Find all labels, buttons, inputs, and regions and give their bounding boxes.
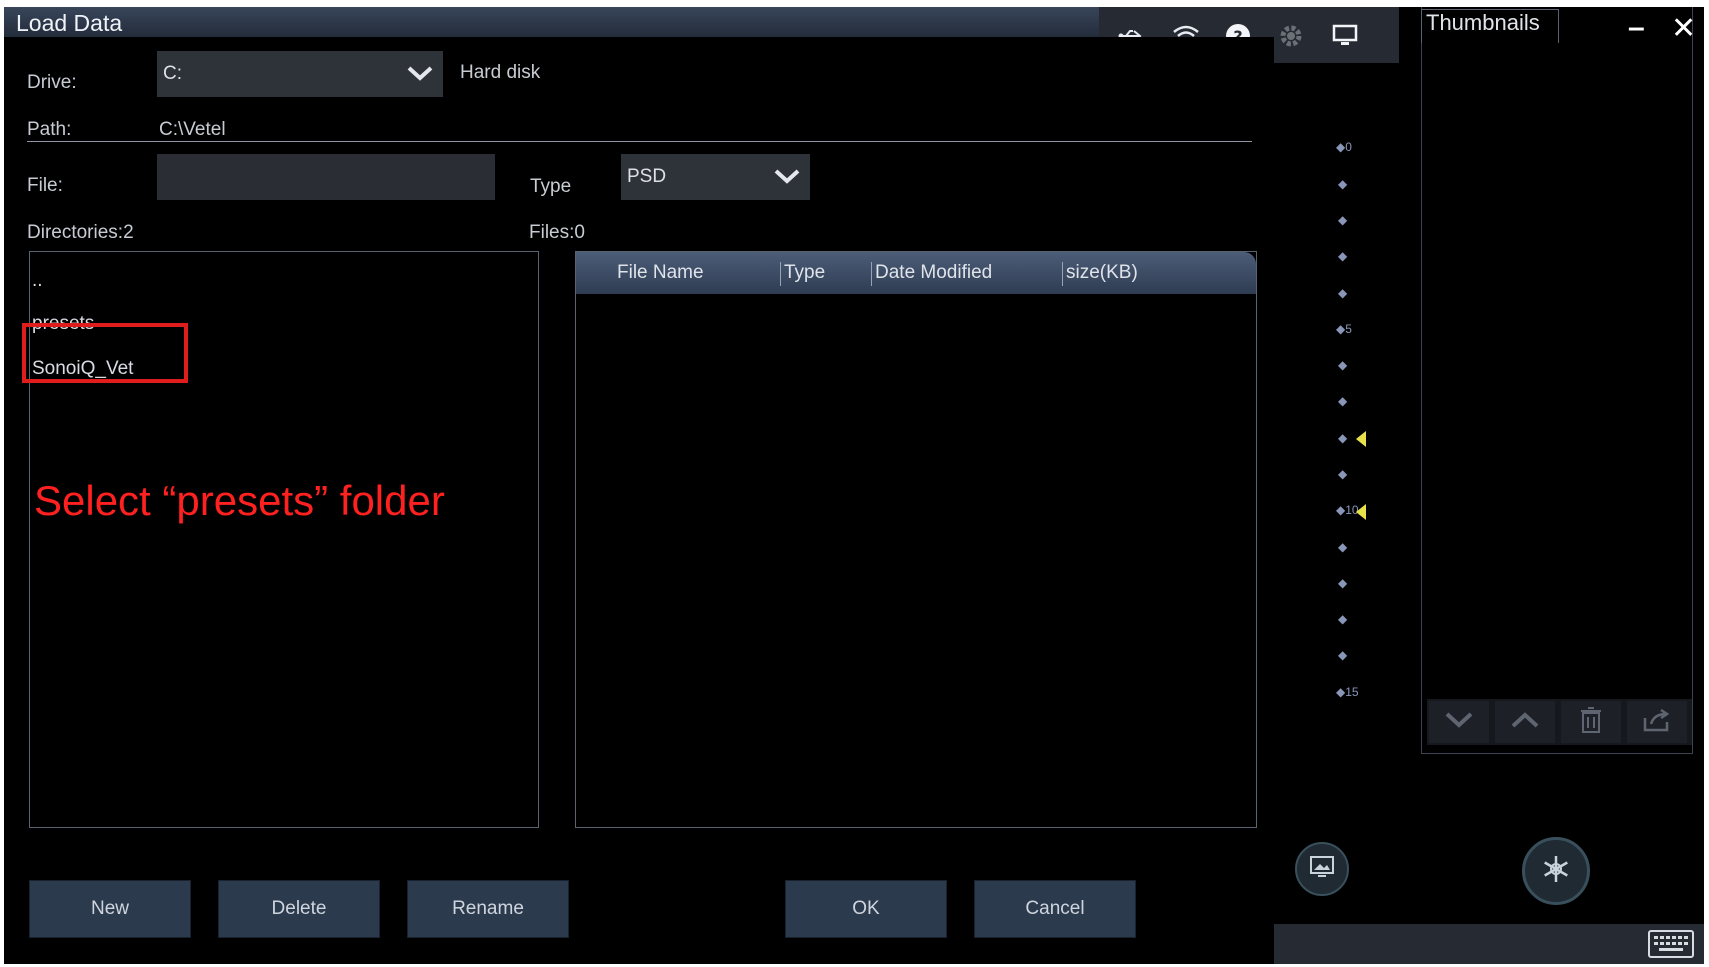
drive-description: Hard disk — [460, 62, 541, 83]
directories-count: Directories:2 — [27, 222, 134, 243]
depth-tick: ◆ — [1338, 213, 1348, 227]
type-value: PSD — [627, 166, 667, 187]
trash-icon — [1580, 706, 1602, 739]
scroll-down-button[interactable] — [1429, 701, 1489, 743]
path-underline — [27, 141, 1252, 142]
instruction-annotation: Select “presets” folder — [34, 477, 445, 524]
drive-select[interactable]: C: — [157, 51, 443, 97]
depth-tick: ◆ — [1338, 394, 1348, 408]
depth-tick: ◆ — [1338, 612, 1348, 626]
type-label: Type — [530, 176, 572, 197]
close-button[interactable]: ✕ — [1671, 11, 1696, 46]
freeze-button[interactable] — [1522, 837, 1590, 905]
file-name-input[interactable] — [157, 154, 495, 200]
file-list[interactable]: File Name Type Date Modified size(KB) — [575, 251, 1257, 828]
screen: Load Data ? Drive: C: Hard disk Path: C: — [4, 7, 1704, 964]
chevron-down-icon — [774, 168, 800, 190]
rename-button[interactable]: Rename — [407, 880, 569, 938]
monitor-icon[interactable] — [1330, 21, 1360, 51]
window-title: Load Data — [16, 10, 123, 36]
focus-marker-icon[interactable] — [1356, 504, 1366, 520]
directory-item-parent[interactable]: .. — [32, 270, 43, 292]
delete-thumbnail-button[interactable] — [1561, 701, 1621, 743]
file-list-header: File Name Type Date Modified size(KB) — [576, 252, 1256, 294]
depth-tick: ◆ — [1338, 177, 1348, 191]
depth-tick: ◆ — [1338, 286, 1348, 300]
column-size[interactable]: size(KB) — [1062, 262, 1138, 286]
drive-label: Drive: — [27, 72, 77, 93]
column-type[interactable]: Type — [780, 262, 825, 286]
scroll-up-button[interactable] — [1495, 701, 1555, 743]
export-thumbnail-button[interactable] — [1627, 701, 1687, 743]
minimize-button[interactable]: – — [1628, 11, 1645, 45]
chevron-down-icon — [1444, 711, 1474, 734]
path-value: C:\Vetel — [159, 119, 226, 140]
snowflake-icon — [1540, 853, 1572, 890]
thumbnails-panel: Thumbnails – ✕ — [1416, 7, 1704, 757]
screen-image-button[interactable] — [1295, 842, 1349, 896]
export-icon — [1642, 708, 1672, 737]
depth-tick: ◆ — [1338, 540, 1348, 554]
path-label: Path: — [27, 119, 72, 140]
file-label: File: — [27, 175, 63, 196]
settings-icon[interactable] — [1276, 21, 1306, 51]
depth-tick: ◆ — [1338, 648, 1348, 662]
image-monitor-icon — [1308, 854, 1336, 885]
depth-scale: ◆0 ◆ ◆ ◆ ◆ ◆5 ◆ ◆ ◆ ◆ ◆10 ◆ ◆ ◆ ◆ ◆15 — [1276, 63, 1411, 923]
type-select[interactable]: PSD — [621, 154, 810, 200]
tab-thumbnails[interactable]: Thumbnails — [1421, 9, 1559, 43]
cancel-button[interactable]: Cancel — [974, 880, 1136, 938]
presets-highlight-box — [22, 323, 188, 383]
bottom-status-strip — [1274, 924, 1704, 964]
depth-tick: ◆ — [1338, 249, 1348, 263]
chevron-down-icon — [407, 65, 433, 87]
depth-tick: ◆ — [1338, 576, 1348, 590]
focus-marker-icon[interactable] — [1356, 431, 1366, 447]
depth-label-15: ◆15 — [1336, 685, 1359, 699]
title-bar: Load Data — [4, 7, 1099, 38]
ok-button[interactable]: OK — [785, 880, 947, 938]
column-date-modified[interactable]: Date Modified — [871, 262, 992, 286]
thumbnail-toolbar — [1427, 699, 1692, 745]
delete-button[interactable]: Delete — [218, 880, 380, 938]
depth-tick: ◆ — [1338, 431, 1348, 445]
depth-label-5: ◆5 — [1336, 322, 1352, 336]
keyboard-icon[interactable] — [1648, 930, 1694, 958]
thumbnails-frame — [1421, 7, 1693, 754]
column-file-name[interactable]: File Name — [614, 262, 704, 286]
depth-label-0: ◆0 — [1336, 140, 1352, 154]
files-count: Files:0 — [529, 222, 585, 243]
depth-tick: ◆ — [1338, 358, 1348, 372]
depth-tick: ◆ — [1338, 467, 1348, 481]
new-button[interactable]: New — [29, 880, 191, 938]
drive-value: C: — [163, 63, 182, 84]
chevron-up-icon — [1510, 711, 1540, 734]
